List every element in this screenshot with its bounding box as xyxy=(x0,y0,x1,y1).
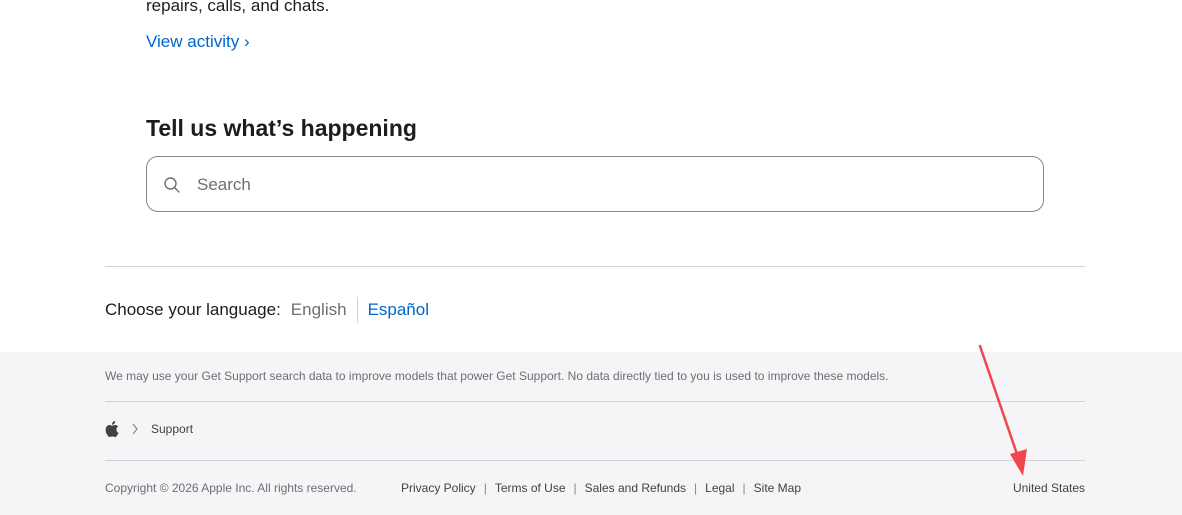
breadcrumb-support-link[interactable]: Support xyxy=(151,422,193,436)
view-activity-link[interactable]: View activity › xyxy=(146,30,250,54)
copyright-text: Copyright © 2026 Apple Inc. All rights r… xyxy=(105,481,357,495)
language-current-english: English xyxy=(291,297,358,323)
activity-summary-text: repairs, calls, and chats. xyxy=(146,0,330,15)
apple-logo-icon[interactable] xyxy=(105,421,119,437)
sales-and-refunds-link[interactable]: Sales and Refunds xyxy=(585,481,686,495)
legal-link[interactable]: Legal xyxy=(705,481,734,495)
footer-divider xyxy=(105,401,1085,402)
chevron-right-icon: › xyxy=(243,32,250,51)
section-title: Tell us what’s happening xyxy=(146,115,417,141)
site-map-link[interactable]: Site Map xyxy=(754,481,801,495)
country-selector-link[interactable]: United States xyxy=(1013,481,1085,495)
search-input[interactable] xyxy=(195,167,1029,203)
link-separator: | xyxy=(483,481,487,495)
footer-note: We may use your Get Support search data … xyxy=(105,369,889,383)
link-separator: | xyxy=(694,481,698,495)
link-separator: | xyxy=(742,481,746,495)
legal-links: Privacy Policy | Terms of Use | Sales an… xyxy=(401,481,801,495)
privacy-policy-link[interactable]: Privacy Policy xyxy=(401,481,476,495)
terms-of-use-link[interactable]: Terms of Use xyxy=(495,481,566,495)
breadcrumb: Support xyxy=(105,421,193,437)
search-box[interactable] xyxy=(146,156,1044,212)
view-activity-label: View activity xyxy=(146,32,240,51)
search-icon xyxy=(164,177,180,193)
annotation-arrow-icon xyxy=(978,344,1027,476)
link-separator: | xyxy=(573,481,577,495)
language-label: Choose your language: xyxy=(105,300,281,319)
language-option-espanol[interactable]: Español xyxy=(368,300,429,320)
language-chooser: Choose your language: English Español xyxy=(105,297,429,323)
divider xyxy=(105,266,1085,267)
footer-divider xyxy=(105,460,1085,461)
chevron-right-icon xyxy=(132,423,138,435)
